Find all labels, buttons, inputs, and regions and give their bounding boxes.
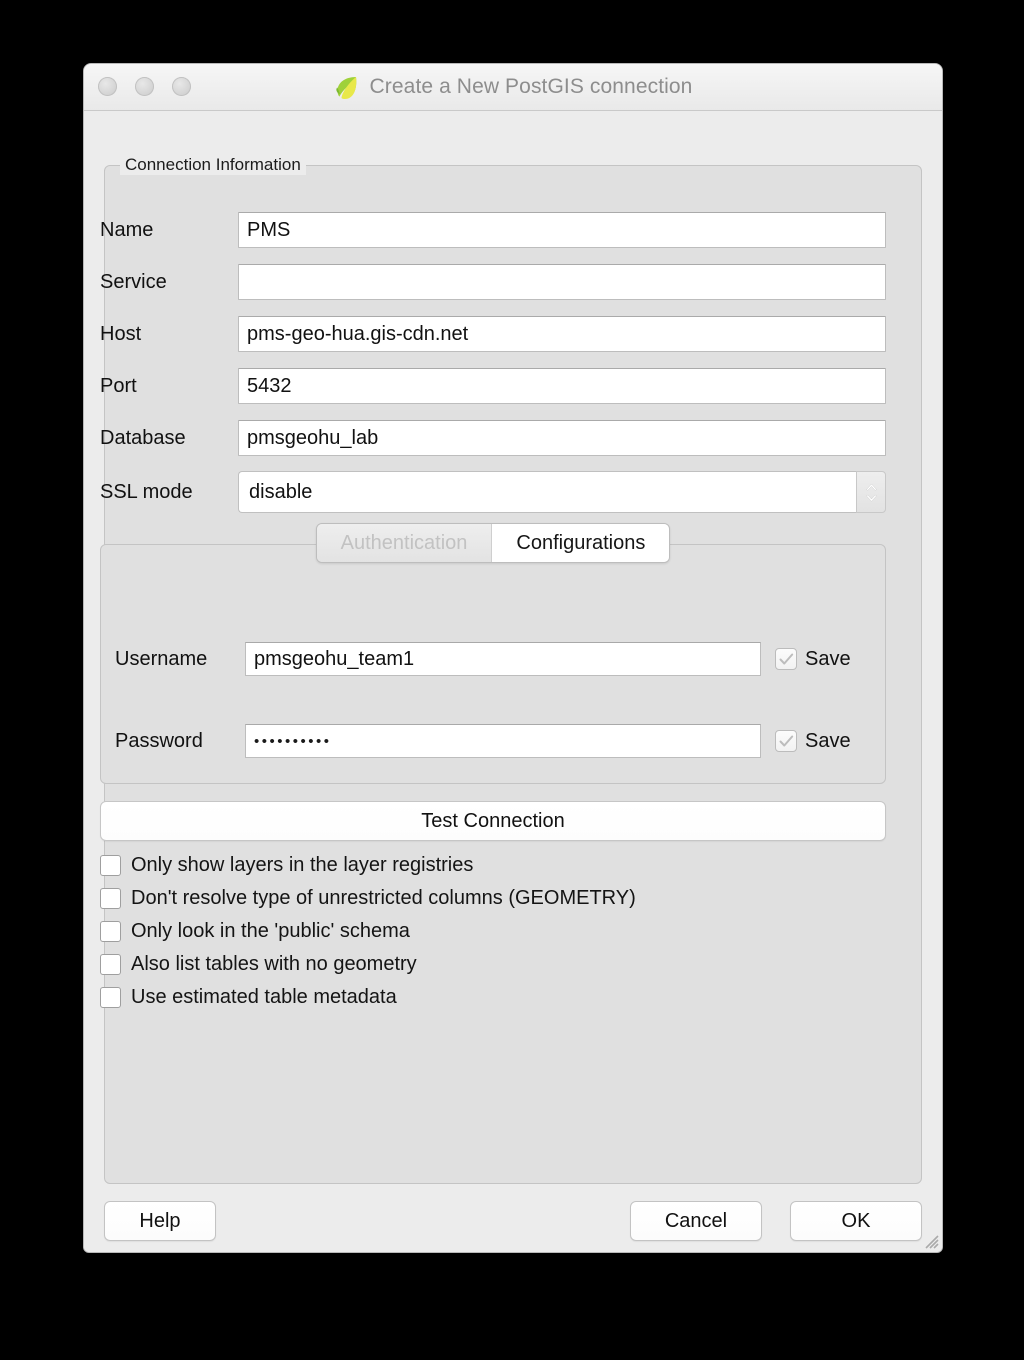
- auth-tabbar: Authentication Configurations: [84, 523, 902, 563]
- connection-information-title: Connection Information: [120, 155, 306, 175]
- resize-grip[interactable]: [921, 1231, 939, 1249]
- title-bar: Create a New PostGIS connection: [84, 64, 942, 111]
- username-input[interactable]: pmsgeohu_team1: [245, 642, 761, 676]
- option-dont-resolve-unrestricted-columns[interactable]: Don't resolve type of unrestricted colum…: [100, 882, 870, 915]
- checkbox[interactable]: [100, 855, 121, 876]
- save-username-group[interactable]: Save: [775, 648, 851, 671]
- option-label: Only show layers in the layer registries: [131, 854, 474, 876]
- username-row: Username pmsgeohu_team1 Save: [115, 641, 873, 677]
- ok-button[interactable]: OK: [790, 1201, 922, 1241]
- name-input[interactable]: PMS: [238, 212, 886, 248]
- qgis-leaf-icon: [334, 74, 360, 100]
- ssl-mode-stepper[interactable]: [856, 471, 886, 513]
- option-also-list-tables-no-geometry[interactable]: Also list tables with no geometry: [100, 948, 870, 981]
- password-input[interactable]: ••••••••••: [245, 724, 761, 758]
- password-masked-value: ••••••••••: [254, 732, 332, 750]
- chevron-up-icon: [865, 483, 878, 491]
- form-row-port: Port 5432: [100, 367, 886, 405]
- save-username-checkbox[interactable]: [775, 648, 797, 670]
- tab-authentication[interactable]: Authentication: [316, 524, 492, 562]
- username-label: Username: [115, 647, 208, 670]
- form-row-database: Database pmsgeohu_lab: [100, 419, 886, 457]
- form-row-service: Service: [100, 263, 886, 301]
- form-row-host: Host pms-geo-hua.gis-cdn.net: [100, 315, 886, 353]
- title-container: Create a New PostGIS connection: [84, 64, 942, 110]
- option-label: Also list tables with no geometry: [131, 953, 417, 975]
- form-row-name: Name PMS: [100, 211, 886, 249]
- checkmark-icon: [779, 735, 794, 748]
- save-password-checkbox[interactable]: [775, 730, 797, 752]
- password-row: Password •••••••••• Save: [115, 723, 873, 759]
- chevron-down-icon: [865, 494, 878, 502]
- port-input[interactable]: 5432: [238, 368, 886, 404]
- help-button[interactable]: Help: [104, 1201, 216, 1241]
- window-title: Create a New PostGIS connection: [369, 75, 693, 98]
- port-label: Port: [100, 374, 137, 397]
- postgis-connection-dialog: Create a New PostGIS connection Connecti…: [84, 64, 942, 1252]
- options-list: Only show layers in the layer registries…: [100, 849, 870, 1014]
- checkbox[interactable]: [100, 954, 121, 975]
- save-password-label: Save: [805, 729, 851, 752]
- ssl-mode-value: disable: [238, 471, 856, 513]
- tab-group: Authentication Configurations: [315, 523, 671, 563]
- ssl-mode-label: SSL mode: [100, 480, 193, 503]
- cancel-button[interactable]: Cancel: [630, 1201, 762, 1241]
- form-row-ssl-mode: SSL mode disable: [100, 471, 886, 513]
- option-only-show-layers-in-registries[interactable]: Only show layers in the layer registries: [100, 849, 870, 882]
- service-input[interactable]: [238, 264, 886, 300]
- checkbox[interactable]: [100, 888, 121, 909]
- service-label: Service: [100, 270, 167, 293]
- ssl-mode-select[interactable]: disable: [238, 471, 886, 513]
- option-label: Use estimated table metadata: [131, 986, 397, 1008]
- dialog-body: Connection Information Name PMS Service …: [84, 111, 942, 1252]
- option-label: Only look in the 'public' schema: [131, 920, 410, 942]
- configurations-panel: Username pmsgeohu_team1 Save Password ••…: [100, 544, 886, 784]
- checkbox[interactable]: [100, 987, 121, 1008]
- save-password-group[interactable]: Save: [775, 730, 851, 753]
- host-label: Host: [100, 322, 142, 345]
- option-only-public-schema[interactable]: Only look in the 'public' schema: [100, 915, 870, 948]
- password-label: Password: [115, 729, 203, 752]
- checkmark-icon: [779, 653, 794, 666]
- tab-configurations[interactable]: Configurations: [491, 524, 670, 562]
- save-username-label: Save: [805, 647, 851, 670]
- option-label: Don't resolve type of unrestricted colum…: [131, 887, 636, 909]
- name-label: Name: [100, 218, 154, 241]
- checkbox[interactable]: [100, 921, 121, 942]
- database-label: Database: [100, 426, 186, 449]
- test-connection-button[interactable]: Test Connection: [100, 801, 886, 841]
- host-input[interactable]: pms-geo-hua.gis-cdn.net: [238, 316, 886, 352]
- option-use-estimated-table-metadata[interactable]: Use estimated table metadata: [100, 981, 870, 1014]
- database-input[interactable]: pmsgeohu_lab: [238, 420, 886, 456]
- dialog-footer: Help Cancel OK: [84, 1192, 942, 1252]
